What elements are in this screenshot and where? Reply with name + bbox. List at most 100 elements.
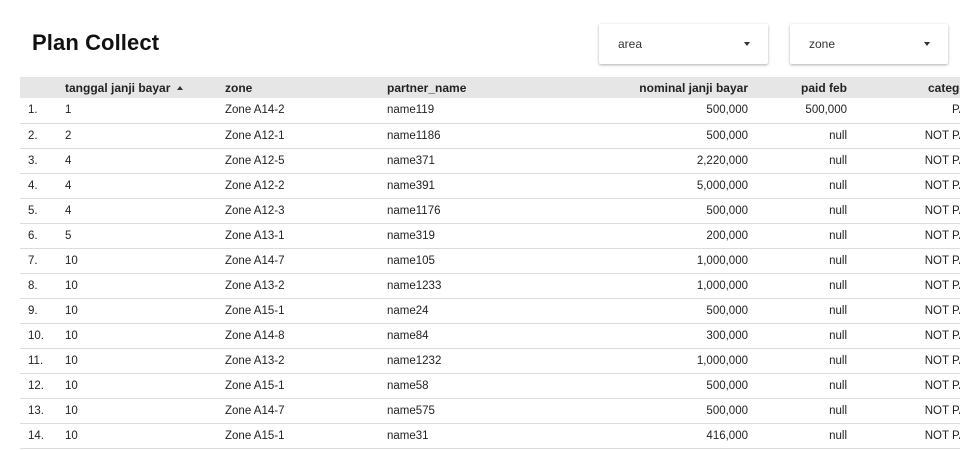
cell-tanggal-janji-bayar: 10 xyxy=(65,304,78,317)
cell-category: NOT PAID xyxy=(924,254,960,267)
row-index: 10. xyxy=(28,329,44,342)
table-row[interactable]: 13. 10 Zone A14-7 name575 500,000 null NOT PAI… xyxy=(20,398,960,423)
table-row[interactable]: 3. 4 Zone A12-5 name371 2,220,000 null NOT PAI… xyxy=(20,148,960,173)
column-header-category[interactable]: category xyxy=(853,77,960,98)
cell-category: PAID xyxy=(952,104,960,117)
cell-zone: Zone A12-3 xyxy=(225,204,285,217)
cell-zone: Zone A15-1 xyxy=(225,429,285,442)
table-row[interactable]: 2. 2 Zone A12-1 name1186 500,000 null NOT PAID xyxy=(20,123,960,148)
cell-paid-feb: null xyxy=(829,329,847,342)
column-header-nominal-janji-bayar[interactable]: nominal janji bayar xyxy=(568,77,754,98)
cell-partner-name: name1233 xyxy=(387,279,442,292)
row-index: 11. xyxy=(28,354,44,367)
cell-nominal-janji-bayar: 500,000 xyxy=(706,104,748,117)
table-header: tanggal janji bayar zone partner_name no… xyxy=(20,77,960,98)
cell-paid-feb: null xyxy=(829,429,847,442)
zone-filter-dropdown[interactable]: zone xyxy=(790,24,948,64)
dropdown-caret-icon xyxy=(744,42,750,46)
table-header-row: tanggal janji bayar zone partner_name no… xyxy=(20,77,960,98)
row-index: 6. xyxy=(28,229,38,242)
cell-category: NOT PAID xyxy=(924,429,960,442)
cell-category: NOT PAID xyxy=(924,179,960,192)
cell-partner-name: name1232 xyxy=(387,354,442,367)
cell-category: NOT PAID xyxy=(924,379,960,392)
cell-category: NOT PAID xyxy=(924,329,960,342)
row-index: 9. xyxy=(28,304,38,317)
cell-paid-feb: null xyxy=(829,179,847,192)
table-row[interactable]: 6. 5 Zone A13-1 name319 200,000 null NOT PAID xyxy=(20,223,960,248)
cell-tanggal-janji-bayar: 10 xyxy=(65,254,78,267)
column-header-zone[interactable]: zone xyxy=(225,77,387,98)
cell-zone: Zone A14-8 xyxy=(225,329,285,342)
cell-zone: Zone A13-1 xyxy=(225,229,285,242)
row-index: 5. xyxy=(28,204,38,217)
cell-category: NOT PAID xyxy=(924,129,960,142)
cell-tanggal-janji-bayar: 10 xyxy=(65,329,78,342)
cell-nominal-janji-bayar: 5,000,000 xyxy=(696,179,748,192)
area-filter-dropdown[interactable]: area xyxy=(599,24,768,64)
cell-partner-name: name1176 xyxy=(387,204,441,217)
table-row[interactable]: 7. 10 Zone A14-7 name105 1,000,000 null NOT PA… xyxy=(20,248,960,273)
cell-paid-feb: null xyxy=(829,404,847,417)
table-row[interactable]: 8. 10 Zone A13-2 name1233 1,000,000 null NOT P… xyxy=(20,273,960,298)
cell-nominal-janji-bayar: 2,220,000 xyxy=(696,154,748,167)
cell-paid-feb: null xyxy=(829,204,847,217)
cell-zone: Zone A13-2 xyxy=(225,354,285,367)
table-row[interactable]: 1. 1 Zone A14-2 name119 500,000 500,000 PAID xyxy=(20,98,960,123)
cell-nominal-janji-bayar: 1,000,000 xyxy=(696,279,748,292)
row-index: 14. xyxy=(28,429,44,442)
cell-paid-feb: null xyxy=(829,129,847,142)
cell-category: NOT PAID xyxy=(924,229,960,242)
cell-paid-feb: null xyxy=(829,229,847,242)
cell-category: NOT PAID xyxy=(924,279,960,292)
cell-nominal-janji-bayar: 1,000,000 xyxy=(696,254,748,267)
cell-tanggal-janji-bayar: 10 xyxy=(65,279,78,292)
table-row[interactable]: 12. 10 Zone A15-1 name58 500,000 null NOT PAID xyxy=(20,373,960,398)
cell-zone: Zone A12-5 xyxy=(225,154,285,167)
dropdown-caret-icon xyxy=(924,42,930,46)
row-index: 4. xyxy=(28,179,38,192)
table-row[interactable]: 5. 4 Zone A12-3 name1176 500,000 null NOT PAID xyxy=(20,198,960,223)
row-index: 1. xyxy=(28,104,38,117)
cell-zone: Zone A15-1 xyxy=(225,304,285,317)
cell-nominal-janji-bayar: 200,000 xyxy=(706,229,748,242)
cell-category: NOT PAID xyxy=(924,304,960,317)
cell-paid-feb: null xyxy=(829,304,847,317)
table-row[interactable]: 11. 10 Zone A13-2 name1232 1,000,000 null NOT … xyxy=(20,348,960,373)
cell-category: NOT PAID xyxy=(924,354,960,367)
cell-tanggal-janji-bayar: 5 xyxy=(65,229,72,242)
column-header-partner-name[interactable]: partner_name xyxy=(387,77,568,98)
page-title: Plan Collect xyxy=(32,30,160,55)
cell-zone: Zone A15-1 xyxy=(225,379,285,392)
area-filter-label: area xyxy=(618,37,643,51)
row-index: 2. xyxy=(28,129,38,142)
cell-paid-feb: null xyxy=(829,354,847,367)
cell-paid-feb: null xyxy=(829,279,847,292)
cell-nominal-janji-bayar: 500,000 xyxy=(706,379,748,392)
column-header-paid-feb[interactable]: paid feb xyxy=(754,77,853,98)
cell-nominal-janji-bayar: 1,000,000 xyxy=(696,354,748,367)
table-row[interactable]: 10. 10 Zone A14-8 name84 300,000 null NOT PAID xyxy=(20,323,960,348)
row-index: 3. xyxy=(28,154,38,167)
cell-paid-feb: null xyxy=(829,254,847,267)
cell-nominal-janji-bayar: 500,000 xyxy=(706,304,748,317)
cell-zone: Zone A12-2 xyxy=(225,179,285,192)
sort-ascending-icon[interactable] xyxy=(177,85,184,90)
column-header-tanggal-janji-bayar[interactable]: tanggal janji bayar xyxy=(65,77,225,98)
cell-partner-name: name575 xyxy=(387,404,435,417)
cell-partner-name: name391 xyxy=(387,179,435,192)
zone-filter-label: zone xyxy=(809,37,836,51)
cell-partner-name: name105 xyxy=(387,254,435,267)
cell-nominal-janji-bayar: 416,000 xyxy=(706,429,748,442)
cell-partner-name: name31 xyxy=(387,429,429,442)
cell-tanggal-janji-bayar: 1 xyxy=(65,104,72,117)
table-row[interactable]: 14. 10 Zone A15-1 name31 416,000 null NOT PAID xyxy=(20,423,960,448)
table-row[interactable]: 4. 4 Zone A12-2 name391 5,000,000 null NOT PAI… xyxy=(20,173,960,198)
column-header-index xyxy=(20,77,65,98)
cell-category: NOT PAID xyxy=(924,204,960,217)
cell-partner-name: name58 xyxy=(387,379,429,392)
plan-collect-table: tanggal janji bayar zone partner_name no… xyxy=(20,77,960,449)
cell-tanggal-janji-bayar: 10 xyxy=(65,379,78,392)
cell-tanggal-janji-bayar: 4 xyxy=(65,204,72,217)
table-row[interactable]: 9. 10 Zone A15-1 name24 500,000 null NOT PAID xyxy=(20,298,960,323)
